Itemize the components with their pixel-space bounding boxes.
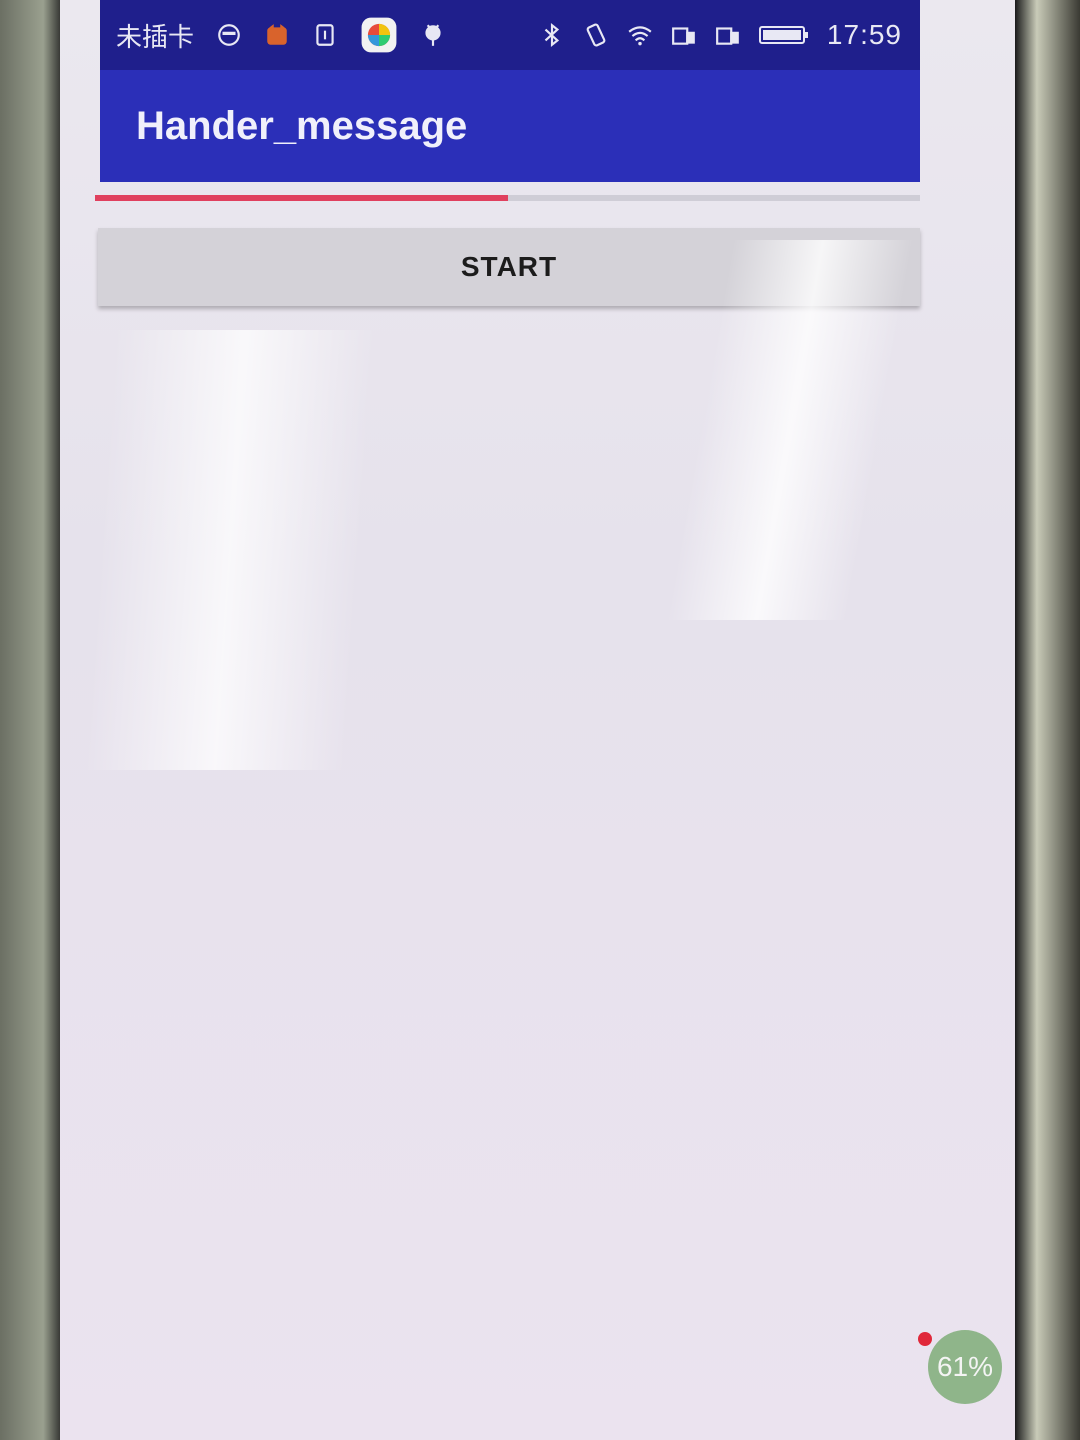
- cat-app-icon: [267, 24, 287, 45]
- clock: 17:59: [826, 19, 902, 50]
- vibrate-icon: [586, 23, 606, 47]
- device-frame: 未插卡 17:59 Hander_message START 61%: [0, 0, 1080, 1440]
- floating-ball[interactable]: 61%: [928, 1330, 1002, 1404]
- progress-bar: [95, 195, 920, 201]
- progress-fill: [95, 195, 508, 201]
- floating-ball-label: 61%: [936, 1351, 994, 1382]
- battery-icon: [758, 26, 808, 44]
- status-bar: 未插卡 17:59: [100, 0, 920, 70]
- screen-glare: [84, 330, 376, 770]
- app-title: Hander_message: [136, 103, 468, 148]
- sim-slot-1-icon: [672, 27, 695, 45]
- phone-screen: 未插卡 17:59 Hander_message START 61%: [60, 0, 1015, 1440]
- sim-icon: [316, 24, 334, 46]
- bluetooth-icon: [544, 22, 560, 48]
- wifi-icon: [628, 26, 652, 46]
- game-center-icon: [361, 17, 397, 53]
- sim-slot-2-icon: [716, 27, 739, 45]
- android-icon: [425, 24, 441, 46]
- carrier-label: 未插卡: [116, 21, 195, 52]
- notification-dot: [918, 1332, 932, 1346]
- app-bar: Hander_message: [100, 70, 920, 182]
- face-icon: [218, 24, 240, 46]
